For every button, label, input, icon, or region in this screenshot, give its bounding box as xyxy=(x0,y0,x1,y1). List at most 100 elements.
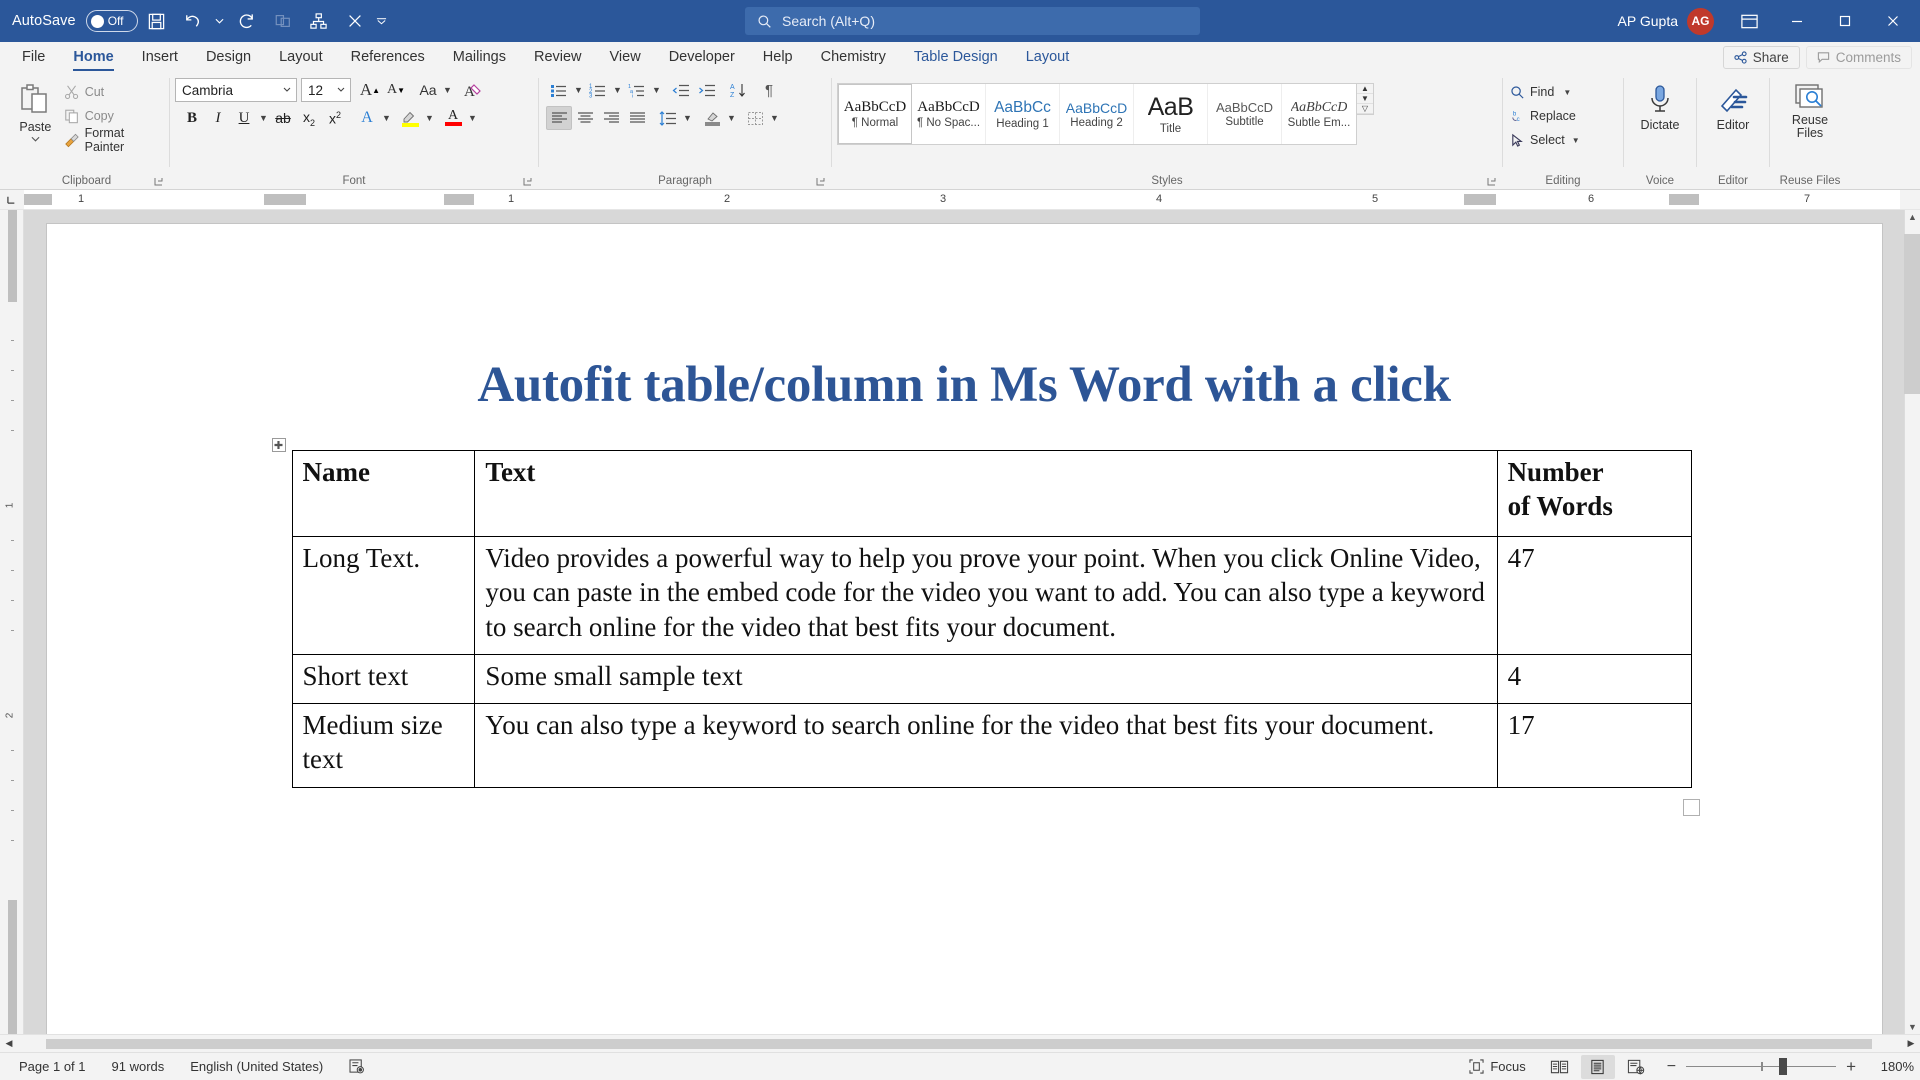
cell-text[interactable]: You can also type a keyword to search on… xyxy=(475,704,1497,788)
horizontal-ruler[interactable]: 1 1 2 3 4 5 6 7 xyxy=(24,190,1900,209)
styles-gallery-scroll[interactable]: ▲ ▼ ▽ xyxy=(1357,83,1374,115)
cell-name[interactable]: Medium size text xyxy=(292,704,475,788)
multilevel-list-icon[interactable]: 1ai xyxy=(624,78,650,102)
change-case-icon[interactable]: Aa xyxy=(415,78,441,102)
line-spacing-caret[interactable]: ▼ xyxy=(681,107,694,129)
style-subtitle[interactable]: AaBbCcD Subtitle xyxy=(1208,84,1282,144)
account-info[interactable]: AP Gupta AG xyxy=(1618,8,1714,35)
avatar[interactable]: AG xyxy=(1687,8,1714,35)
organization-chart-icon[interactable] xyxy=(302,4,336,38)
styles-scroll-down-icon[interactable]: ▼ xyxy=(1357,94,1373,104)
close-x-icon[interactable] xyxy=(338,4,372,38)
subscript-icon[interactable]: x2 xyxy=(296,106,322,130)
font-color-icon[interactable]: A xyxy=(440,106,466,130)
redo-icon[interactable] xyxy=(230,4,264,38)
editor-button[interactable]: Editor xyxy=(1705,78,1761,132)
comments-button[interactable]: Comments xyxy=(1806,46,1912,69)
tab-review[interactable]: Review xyxy=(520,46,596,72)
borders-caret[interactable]: ▼ xyxy=(768,107,781,129)
web-layout-icon[interactable] xyxy=(1619,1055,1653,1079)
zoom-thumb[interactable] xyxy=(1779,1058,1787,1075)
print-layout-icon[interactable] xyxy=(1581,1055,1615,1079)
styles-dialog-launcher[interactable] xyxy=(1486,176,1498,188)
zoom-track[interactable] xyxy=(1686,1066,1836,1068)
borders-icon[interactable] xyxy=(742,106,768,130)
select-button[interactable]: Select ▼ xyxy=(1508,128,1582,152)
customize-quick-access-caret[interactable] xyxy=(374,4,390,38)
reuse-files-button[interactable]: ReuseFiles xyxy=(1775,78,1845,140)
clipboard-dialog-launcher[interactable] xyxy=(153,176,165,188)
language-indicator[interactable]: English (United States) xyxy=(177,1059,336,1074)
font-size-input[interactable]: 12 xyxy=(301,78,351,102)
shading-caret[interactable]: ▼ xyxy=(725,107,738,129)
multilevel-list-caret[interactable]: ▼ xyxy=(650,79,663,101)
style-heading-2[interactable]: AaBbCcD Heading 2 xyxy=(1060,84,1134,144)
text-effects-caret[interactable]: ▼ xyxy=(380,107,393,129)
style-subtle-emphasis[interactable]: AaBbCcD Subtle Em... xyxy=(1282,84,1356,144)
style-heading-1[interactable]: AaBbCc Heading 1 xyxy=(986,84,1060,144)
share-button[interactable]: Share xyxy=(1723,46,1800,69)
zoom-in-button[interactable]: + xyxy=(1846,1057,1856,1077)
cell-words[interactable]: 47 xyxy=(1497,537,1691,655)
tab-view[interactable]: View xyxy=(596,46,655,72)
tab-design[interactable]: Design xyxy=(192,46,265,72)
scroll-down-icon[interactable]: ▼ xyxy=(1905,1022,1920,1032)
table-resize-handle[interactable] xyxy=(1683,799,1700,816)
text-highlight-caret[interactable]: ▼ xyxy=(423,107,436,129)
font-color-caret[interactable]: ▼ xyxy=(466,107,479,129)
scroll-left-icon[interactable]: ◀ xyxy=(0,1038,18,1049)
restore-button[interactable] xyxy=(1822,0,1868,42)
cut-button[interactable]: Cut xyxy=(62,80,164,104)
line-spacing-icon[interactable] xyxy=(655,106,681,130)
cell-text[interactable]: Video provides a powerful way to help yo… xyxy=(475,537,1497,655)
cell-name[interactable]: Short text xyxy=(292,654,475,703)
bullets-icon[interactable] xyxy=(546,78,572,102)
styles-more-icon[interactable]: ▽ xyxy=(1357,104,1373,114)
table-move-handle[interactable]: ✚ xyxy=(272,438,286,452)
superscript-icon[interactable]: x2 xyxy=(322,106,348,130)
font-dialog-launcher[interactable] xyxy=(522,176,534,188)
save-icon[interactable] xyxy=(140,4,174,38)
dictate-button[interactable]: Dictate xyxy=(1632,78,1688,132)
read-mode-icon[interactable] xyxy=(1543,1055,1577,1079)
cell-words[interactable]: 17 xyxy=(1497,704,1691,788)
align-right-icon[interactable] xyxy=(598,106,624,130)
cell-text[interactable]: Some small sample text xyxy=(475,654,1497,703)
numbering-icon[interactable]: 123 xyxy=(585,78,611,102)
tab-layout[interactable]: Layout xyxy=(265,46,337,72)
page-indicator[interactable]: Page 1 of 1 xyxy=(6,1059,99,1074)
cell-name[interactable]: Long Text. xyxy=(292,537,475,655)
italic-icon[interactable]: I xyxy=(205,106,231,130)
zoom-out-button[interactable]: − xyxy=(1667,1058,1676,1076)
style-title[interactable]: AaB Title xyxy=(1134,84,1208,144)
close-button[interactable] xyxy=(1870,0,1916,42)
find-button[interactable]: Find ▼ xyxy=(1508,80,1573,104)
strikethrough-icon[interactable]: ab xyxy=(270,106,296,130)
text-effects-icon[interactable]: A xyxy=(354,106,380,130)
align-left-icon[interactable] xyxy=(546,106,572,130)
tab-help[interactable]: Help xyxy=(749,46,807,72)
justify-icon[interactable] xyxy=(624,106,650,130)
undo-icon[interactable] xyxy=(176,4,210,38)
bullets-caret[interactable]: ▼ xyxy=(572,79,585,101)
copy-icon[interactable] xyxy=(266,4,300,38)
numbering-caret[interactable]: ▼ xyxy=(611,79,624,101)
tab-developer[interactable]: Developer xyxy=(655,46,749,72)
underline-icon[interactable]: U xyxy=(231,106,257,130)
document-page[interactable]: Autofit table/column in Ms Word with a c… xyxy=(47,224,1882,1034)
format-painter-button[interactable]: Format Painter xyxy=(62,128,164,152)
tab-table-layout[interactable]: Layout xyxy=(1012,46,1084,72)
tab-file[interactable]: File xyxy=(8,46,59,72)
vertical-scroll-thumb[interactable] xyxy=(1904,234,1920,394)
zoom-level[interactable]: 180% xyxy=(1870,1059,1914,1074)
minimize-button[interactable] xyxy=(1774,0,1820,42)
word-count[interactable]: 91 words xyxy=(99,1059,178,1074)
undo-dropdown-caret[interactable] xyxy=(212,4,228,38)
copy-button[interactable]: Copy xyxy=(62,104,164,128)
zoom-slider[interactable]: − + xyxy=(1657,1057,1866,1077)
horizontal-scroll-thumb[interactable] xyxy=(46,1039,1872,1049)
search-box[interactable]: Search (Alt+Q) xyxy=(745,7,1200,35)
grow-font-icon[interactable]: A▲ xyxy=(357,78,383,102)
proofing-errors-icon[interactable] xyxy=(336,1059,379,1074)
font-name-caret[interactable] xyxy=(280,80,294,100)
